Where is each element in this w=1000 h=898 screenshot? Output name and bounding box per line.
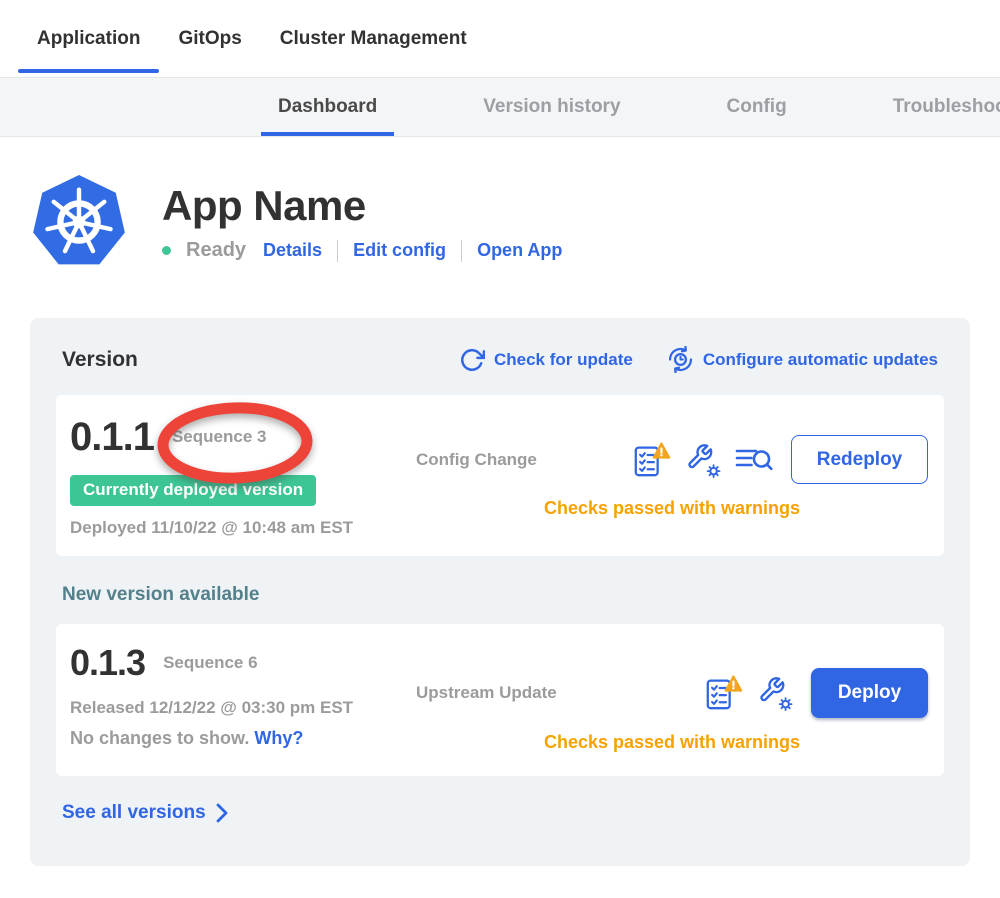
edit-config-link[interactable]: Edit config bbox=[353, 240, 446, 261]
page-title: App Name bbox=[162, 182, 562, 230]
details-link[interactable]: Details bbox=[263, 240, 322, 261]
app-header: App Name Ready Details Edit config Open … bbox=[30, 172, 1000, 272]
current-version-source: Config Change bbox=[416, 450, 537, 470]
currently-deployed-badge: Currently deployed version bbox=[70, 475, 316, 506]
check-for-update-link[interactable]: Check for update bbox=[459, 347, 633, 373]
main-tab-application[interactable]: Application bbox=[18, 0, 159, 77]
available-version-row: 0.1.3 Sequence 6 Released 12/12/22 @ 03:… bbox=[56, 624, 944, 776]
current-version-number: 0.1.1 bbox=[70, 415, 154, 460]
deployed-timestamp: Deployed 11/10/22 @ 10:48 am EST bbox=[70, 518, 416, 538]
available-version-number: 0.1.3 bbox=[70, 642, 145, 684]
configure-automatic-updates-label: Configure automatic updates bbox=[703, 350, 938, 370]
main-tab-gitops[interactable]: GitOps bbox=[159, 0, 260, 77]
check-for-update-label: Check for update bbox=[494, 350, 633, 370]
no-changes-text: No changes to show. bbox=[70, 728, 249, 748]
divider bbox=[337, 240, 338, 262]
redeploy-button[interactable]: Redeploy bbox=[791, 435, 928, 484]
config-wrench-icon[interactable] bbox=[757, 675, 793, 711]
preflight-checks-status: Checks passed with warnings bbox=[416, 498, 928, 519]
see-all-versions-label: See all versions bbox=[62, 802, 206, 824]
new-version-heading: New version available bbox=[62, 584, 944, 606]
view-files-icon[interactable] bbox=[735, 445, 773, 475]
app-status-row: Ready Details Edit config Open App bbox=[162, 239, 562, 262]
scheduled-sync-icon bbox=[667, 346, 694, 373]
released-timestamp: Released 12/12/22 @ 03:30 pm EST bbox=[70, 698, 416, 718]
main-tab-cluster-management[interactable]: Cluster Management bbox=[261, 0, 486, 77]
preflight-checks-warning-icon[interactable] bbox=[631, 441, 671, 479]
changes-note: No changes to show. Why? bbox=[70, 728, 416, 749]
why-link[interactable]: Why? bbox=[254, 728, 303, 748]
tab-troubleshoot[interactable]: Troubleshoot bbox=[876, 78, 1000, 136]
preflight-checks-warning-icon[interactable] bbox=[703, 674, 743, 712]
available-version-source: Upstream Update bbox=[416, 683, 557, 703]
current-sequence-label: Sequence 3 bbox=[172, 427, 267, 447]
kubernetes-logo-icon bbox=[30, 172, 128, 272]
see-all-versions-link[interactable]: See all versions bbox=[62, 802, 228, 824]
tab-version-history[interactable]: Version history bbox=[466, 78, 637, 136]
chevron-right-icon bbox=[216, 803, 228, 823]
config-wrench-icon[interactable] bbox=[685, 442, 721, 478]
available-sequence-label: Sequence 6 bbox=[163, 653, 258, 673]
configure-automatic-updates-link[interactable]: Configure automatic updates bbox=[667, 346, 938, 373]
app-dashboard-page: Application GitOps Cluster Management Da… bbox=[0, 0, 1000, 898]
preflight-checks-status: Checks passed with warnings bbox=[416, 732, 928, 753]
current-version-row: 0.1.1 Sequence 3 Currently deployed vers… bbox=[56, 395, 944, 556]
version-card: Version Check for update bbox=[30, 318, 970, 866]
ready-status-dot-icon bbox=[162, 246, 171, 255]
status-label: Ready bbox=[186, 239, 246, 262]
app-sub-nav: Dashboard Version history Config Trouble… bbox=[0, 77, 1000, 137]
tab-dashboard[interactable]: Dashboard bbox=[261, 78, 394, 136]
deploy-button[interactable]: Deploy bbox=[811, 668, 928, 718]
version-card-title: Version bbox=[62, 348, 138, 372]
tab-config[interactable]: Config bbox=[710, 78, 804, 136]
refresh-icon bbox=[459, 347, 485, 373]
open-app-link[interactable]: Open App bbox=[477, 240, 562, 261]
main-nav: Application GitOps Cluster Management bbox=[0, 0, 1000, 77]
divider bbox=[461, 240, 462, 262]
